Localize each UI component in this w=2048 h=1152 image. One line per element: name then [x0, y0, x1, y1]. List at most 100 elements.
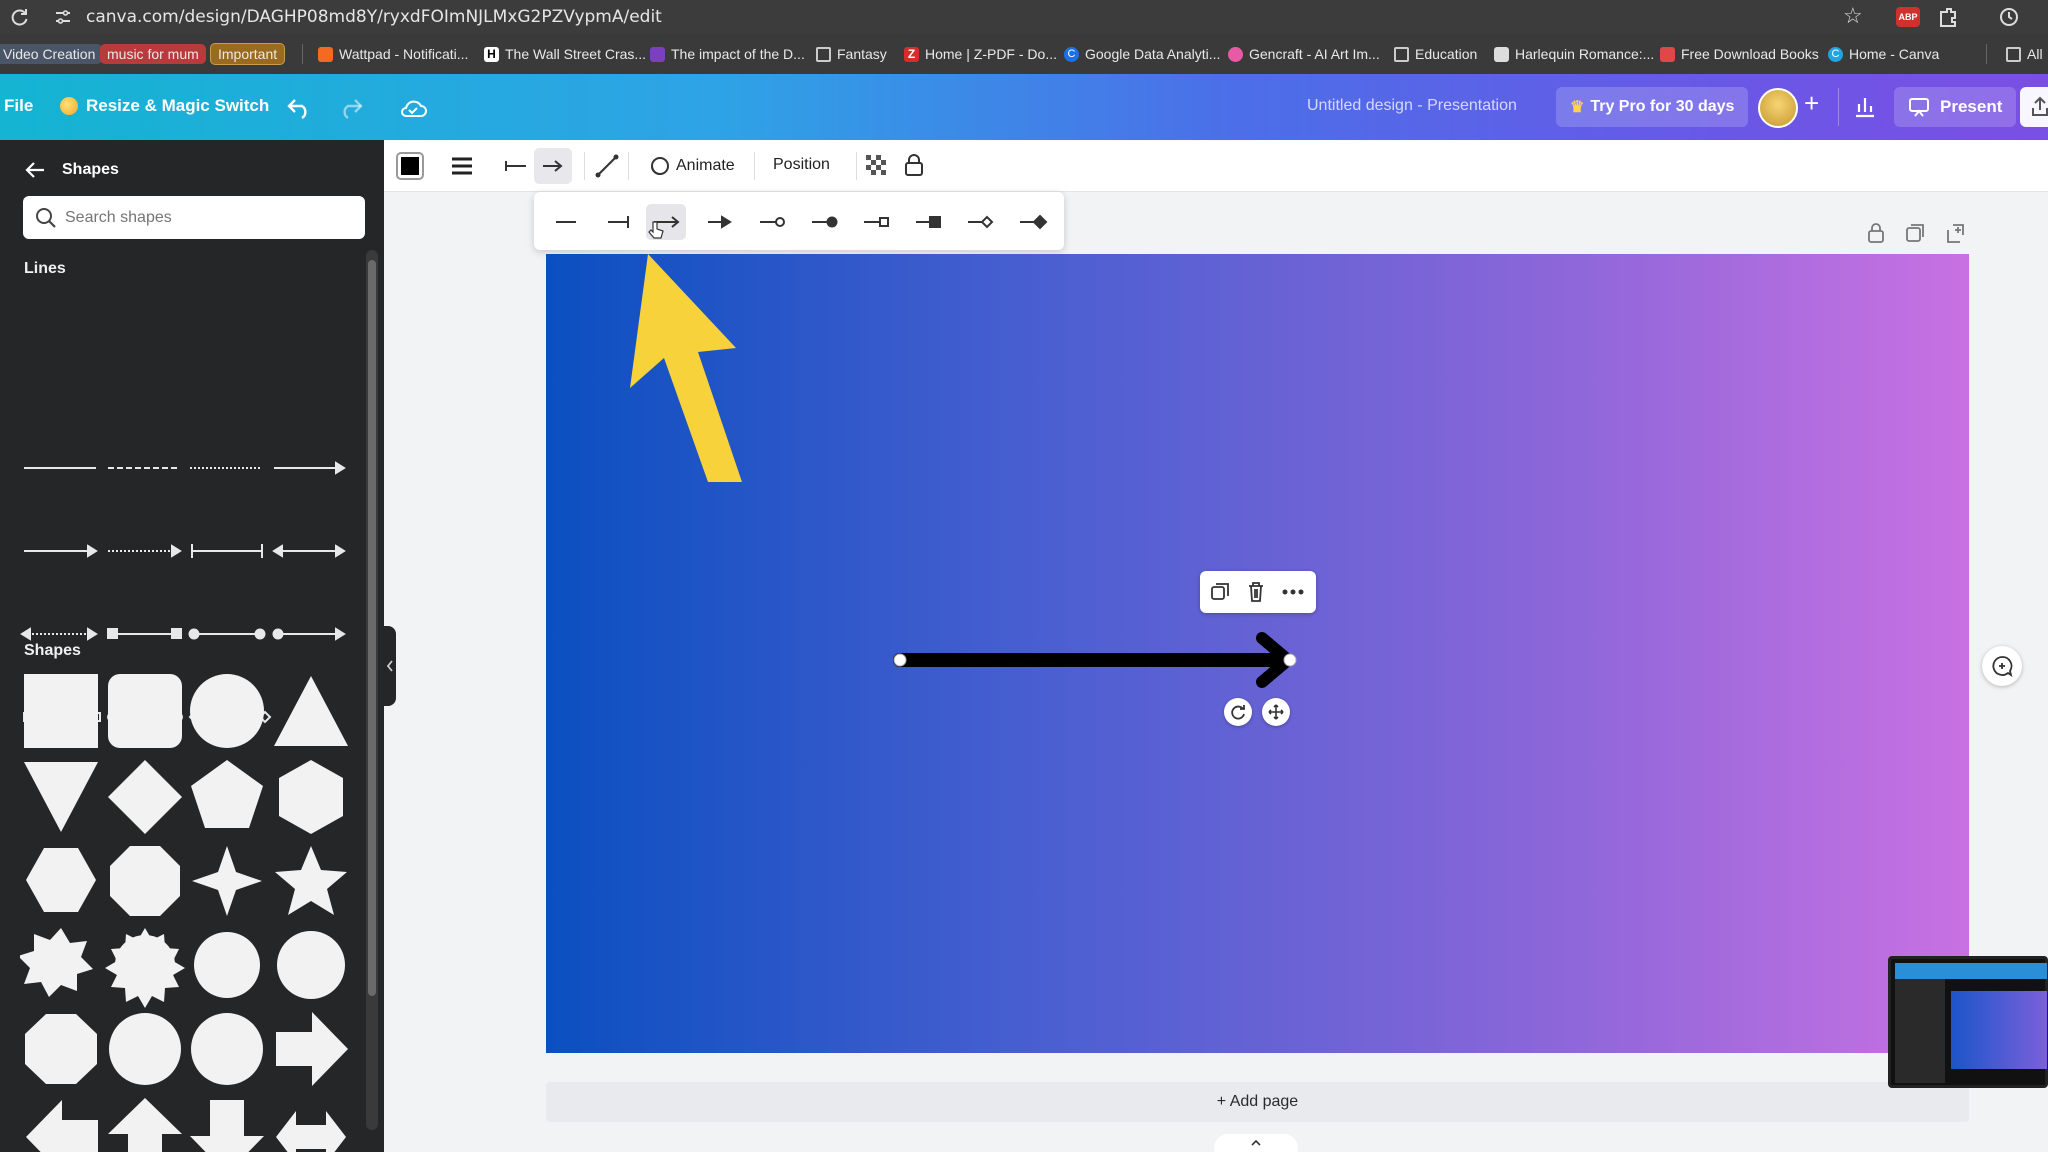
line-end-button[interactable] [534, 148, 572, 184]
file-menu[interactable]: File [4, 96, 33, 116]
bookmark-education[interactable]: Education [1394, 43, 1477, 65]
four-point-star-shape[interactable] [192, 846, 262, 916]
move-handle[interactable] [1262, 698, 1290, 726]
duplicate-icon[interactable] [1210, 582, 1230, 602]
cloud-saved-icon[interactable] [398, 94, 428, 120]
reload-icon[interactable] [10, 7, 30, 27]
bookmark-free-download-books[interactable]: Free Download Books [1660, 43, 1819, 65]
right-arrow-shape[interactable] [276, 1012, 348, 1086]
octagon-shape[interactable] [110, 846, 180, 916]
add-collaborator-icon[interactable]: + [1804, 88, 1819, 119]
selected-arrow-line[interactable] [890, 620, 1310, 700]
rounded-square-shape[interactable] [108, 674, 182, 748]
search-input[interactable] [65, 196, 355, 239]
bookmark-home-canva[interactable]: C Home - Canva [1828, 43, 1939, 65]
bookmark-gencraft[interactable]: Gencraft - AI Art Im... [1228, 43, 1380, 65]
hexagon-shape[interactable] [279, 760, 343, 834]
share-button[interactable] [2020, 87, 2048, 127]
line-circle-arrow[interactable] [272, 627, 346, 641]
search-shapes-field[interactable] [23, 196, 365, 239]
design-title[interactable]: Untitled design - Presentation [1307, 97, 1517, 115]
scalloped-circle-shape[interactable] [109, 1013, 181, 1085]
url-text[interactable]: canva.com/design/DAGHP08md8Y/ryxdFOImNJL… [86, 7, 662, 27]
duplicate-page-icon[interactable] [1904, 222, 1926, 244]
extensions-icon[interactable] [1937, 6, 1959, 28]
line-start-icon[interactable] [504, 159, 528, 173]
line-double-arrow[interactable] [272, 544, 346, 558]
bookmark-wattpad[interactable]: Wattpad - Notificati... [318, 43, 468, 65]
bookmark-impact[interactable]: The impact of the D... [650, 43, 805, 65]
line-color-swatch[interactable] [396, 152, 424, 180]
end-filled-diamond-option[interactable] [1020, 214, 1048, 230]
end-hollow-square-option[interactable] [864, 217, 889, 227]
line-start-handle[interactable] [893, 653, 907, 667]
scrollbar-track[interactable] [366, 250, 378, 1130]
end-filled-square-option[interactable] [916, 216, 941, 228]
add-page-icon[interactable] [1944, 222, 1966, 244]
bookmark-zpdf[interactable]: Z Home | Z-PDF - Do... [904, 43, 1057, 65]
line-arrow[interactable] [274, 461, 346, 475]
redo-icon[interactable] [336, 94, 364, 120]
lock-icon[interactable] [904, 153, 924, 177]
end-filled-triangle-option[interactable] [708, 215, 732, 229]
triangle-shape[interactable] [274, 676, 348, 746]
bookmark-video-creation[interactable]: Video Creation [0, 43, 103, 65]
five-point-star-shape[interactable] [275, 846, 347, 915]
more-options-icon[interactable] [1282, 589, 1304, 595]
bookmark-all[interactable]: All [2006, 43, 2043, 65]
star-burst-24-shape[interactable] [277, 931, 345, 999]
design-canvas[interactable] [546, 254, 1969, 1053]
square-shape[interactable] [24, 674, 98, 748]
bookmark-star-icon[interactable]: ☆ [1843, 3, 1863, 29]
up-arrow-shape[interactable] [108, 1098, 182, 1152]
collapse-panel-handle[interactable] [384, 626, 396, 706]
down-arrow-shape[interactable] [190, 1100, 264, 1152]
star-burst-6-shape[interactable] [20, 928, 93, 997]
pages-toggle[interactable] [1214, 1134, 1298, 1152]
transparency-icon[interactable] [866, 155, 888, 177]
line-bar-ends[interactable] [191, 544, 263, 558]
comment-button[interactable] [1982, 646, 2022, 686]
diamond-shape[interactable] [108, 760, 182, 834]
yellow-arrow-graphic[interactable] [598, 254, 768, 484]
rotate-handle[interactable] [1224, 698, 1252, 726]
left-right-arrow-shape[interactable] [276, 1111, 346, 1152]
delete-icon[interactable] [1246, 581, 1266, 603]
undo-icon[interactable] [286, 94, 314, 120]
add-page-button[interactable]: + Add page [546, 1082, 1969, 1122]
line-end-handle[interactable] [1283, 653, 1297, 667]
adblock-icon[interactable]: ABP [1896, 7, 1920, 27]
dodecagon-shape[interactable] [25, 1014, 97, 1084]
bookmark-wall-street[interactable]: H The Wall Street Cras... [484, 43, 646, 65]
back-arrow-icon[interactable] [24, 160, 46, 180]
page-lock-icon[interactable] [1866, 222, 1886, 244]
horizontal-hexagon-shape[interactable] [26, 848, 96, 912]
star-burst-16-shape[interactable] [194, 932, 260, 998]
bookmark-harlequin[interactable]: Harlequin Romance:... [1494, 43, 1654, 65]
end-hollow-diamond-option[interactable] [968, 215, 994, 229]
insights-chart-icon[interactable] [1852, 94, 1878, 120]
bookmark-important[interactable]: Important [210, 43, 286, 65]
badge-circle-shape[interactable] [191, 1013, 263, 1085]
page-thumbnail[interactable] [1888, 956, 2048, 1088]
line-dotted-double-arrow[interactable] [20, 627, 98, 641]
line-square-ends[interactable] [107, 628, 182, 639]
inverted-triangle-shape[interactable] [24, 762, 98, 832]
end-filled-circle-option[interactable] [812, 216, 838, 228]
present-button[interactable]: Present [1894, 87, 2017, 127]
bookmark-music-for-mum[interactable]: music for mum [100, 43, 206, 65]
line-dotted-arrow[interactable] [108, 544, 182, 558]
site-settings-icon[interactable] [54, 8, 72, 26]
resize-magic-switch-button[interactable]: Resize & Magic Switch [60, 96, 269, 116]
end-bar-option[interactable] [608, 216, 629, 228]
line-type-icon[interactable] [594, 153, 620, 179]
end-hollow-circle-option[interactable] [760, 217, 785, 227]
history-icon[interactable] [1998, 6, 2020, 28]
try-pro-button[interactable]: ♛ Try Pro for 30 days [1556, 87, 1749, 127]
pentagon-shape[interactable] [191, 760, 263, 828]
left-arrow-shape[interactable] [26, 1100, 98, 1152]
bookmark-google-data[interactable]: C Google Data Analyti... [1064, 43, 1220, 65]
bookmark-fantasy[interactable]: Fantasy [816, 43, 887, 65]
line-arrow-right[interactable] [24, 544, 98, 558]
line-style-icon[interactable] [450, 155, 474, 177]
